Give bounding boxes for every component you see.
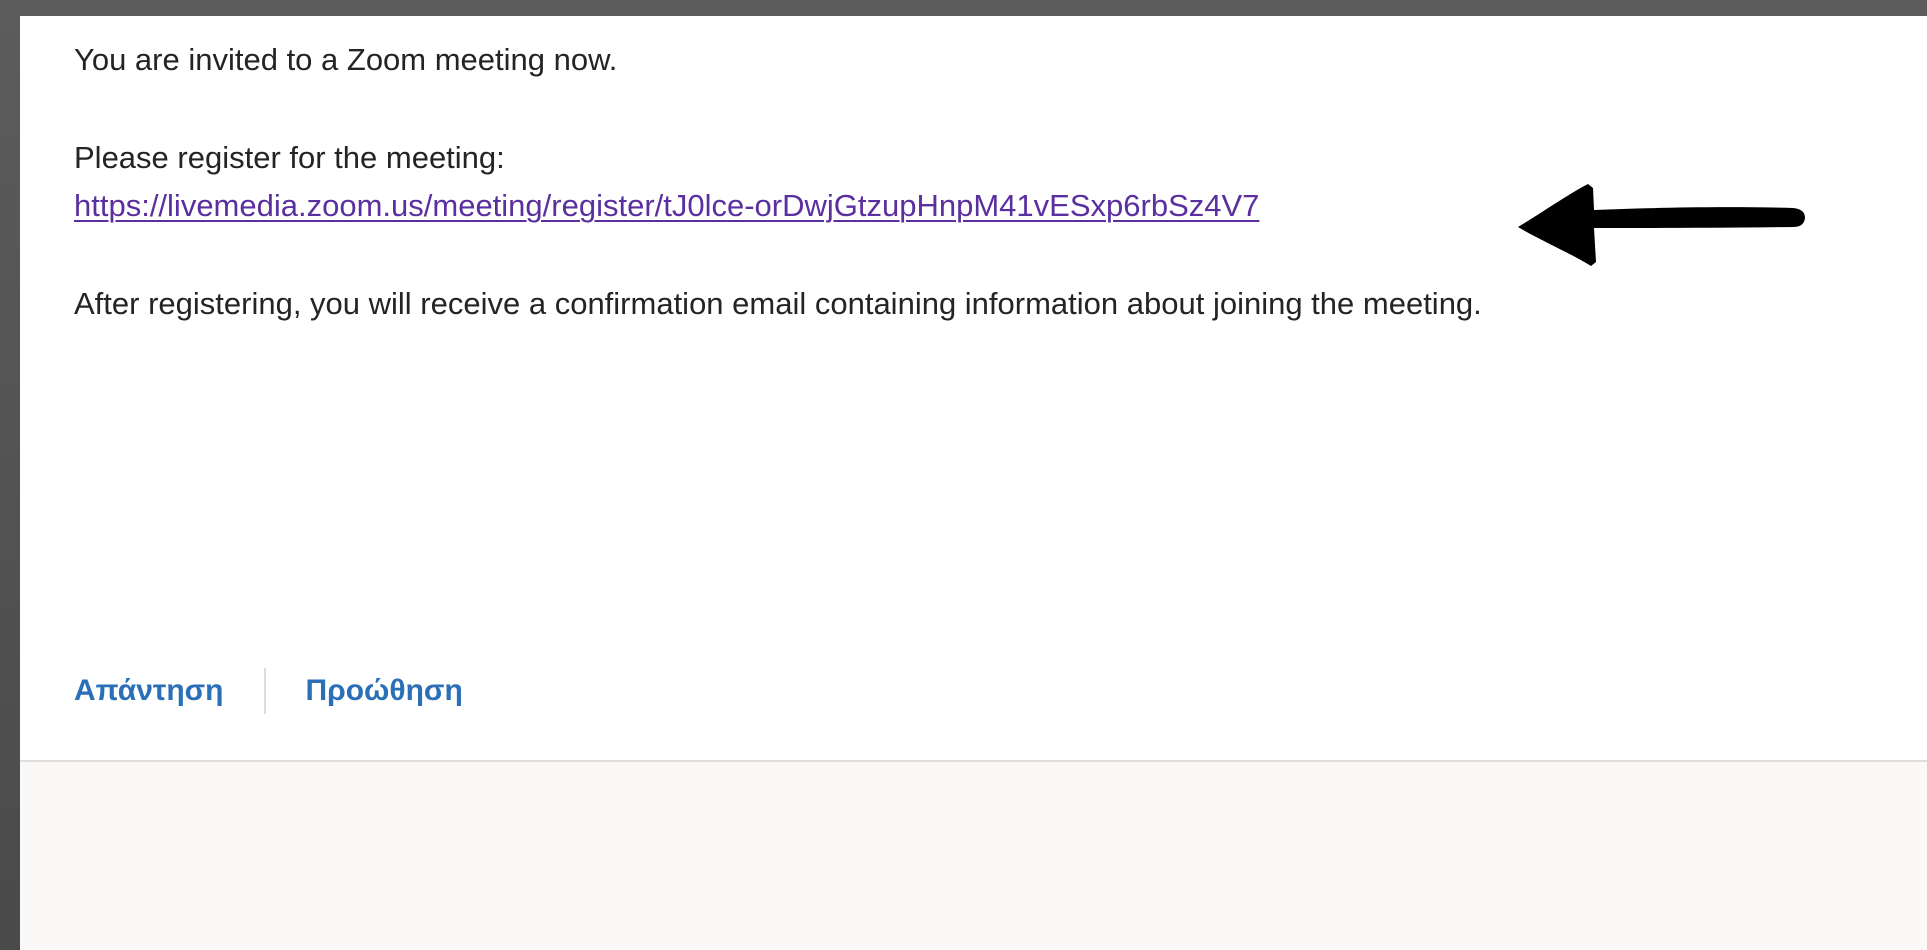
action-divider: [263, 668, 266, 714]
register-link[interactable]: https://livemedia.zoom.us/meeting/regist…: [74, 188, 1259, 223]
email-window: You are invited to a Zoom meeting now. P…: [20, 16, 1927, 950]
confirmation-text: After registering, you will receive a co…: [74, 286, 1482, 321]
invite-text: You are invited to a Zoom meeting now.: [74, 42, 618, 77]
arrow-left-icon: [1518, 184, 1805, 266]
reply-button[interactable]: Απάντηση: [74, 668, 224, 714]
forward-button[interactable]: Προώθηση: [306, 668, 463, 714]
register-link-line: https://livemedia.zoom.us/meeting/regist…: [74, 186, 1259, 226]
message-actions: Απάντηση Προώθηση: [74, 668, 463, 714]
register-prompt-text: Please register for the meeting:: [74, 140, 505, 175]
message-body: You are invited to a Zoom meeting now. P…: [20, 16, 1927, 762]
reading-pane-footer: [20, 762, 1927, 950]
